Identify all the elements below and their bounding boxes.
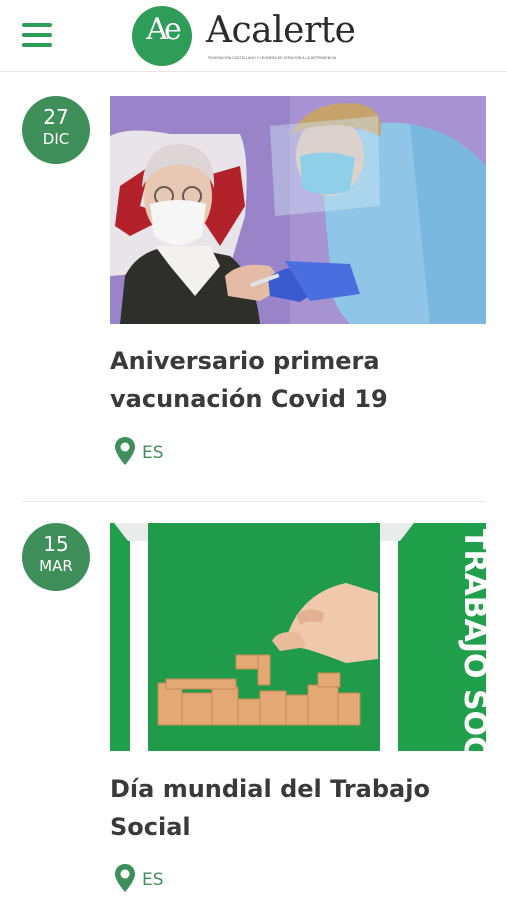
date-day: 15	[43, 532, 69, 556]
vaccination-photo	[110, 96, 486, 324]
menu-bar	[22, 43, 52, 47]
logo-tagline: FEDERACIÓN CASTELLANO Y LEONESA DE ATENC…	[208, 56, 337, 60]
date-month: DIC	[42, 130, 70, 148]
date-badge: 27 DIC	[22, 96, 90, 164]
menu-bar	[22, 23, 52, 27]
app-header: Ae Acalerte FEDERACIÓN CASTELLANO Y LEON…	[0, 0, 507, 72]
map-pin-icon	[115, 864, 135, 892]
site-logo[interactable]: Ae Acalerte FEDERACIÓN CASTELLANO Y LEON…	[132, 6, 382, 66]
trabajo-social-illustration	[110, 523, 486, 751]
date-day: 27	[43, 105, 69, 129]
menu-bar	[22, 33, 52, 37]
hamburger-menu-icon[interactable]	[22, 23, 52, 47]
location-text: ES	[142, 443, 164, 463]
post-divider	[22, 501, 486, 502]
location-text: ES	[142, 870, 164, 890]
map-pin-icon	[115, 437, 135, 465]
logo-monogram: Ae	[146, 12, 181, 47]
post-image-vaccination[interactable]	[110, 96, 486, 324]
date-month: MAR	[39, 557, 73, 575]
logo-monogram-circle: Ae	[132, 6, 192, 66]
post-title[interactable]: Aniversario primera vacunación Covid 19	[110, 342, 486, 418]
post-image-trabajo-social[interactable]: TRABAJO SOCIAL	[110, 523, 486, 751]
image-caption: TRABAJO SOCIAL	[457, 529, 486, 751]
logo-name: Acalerte	[206, 10, 356, 51]
post-title[interactable]: Día mundial del Trabajo Social	[110, 770, 486, 846]
date-badge: 15 MAR	[22, 523, 90, 591]
